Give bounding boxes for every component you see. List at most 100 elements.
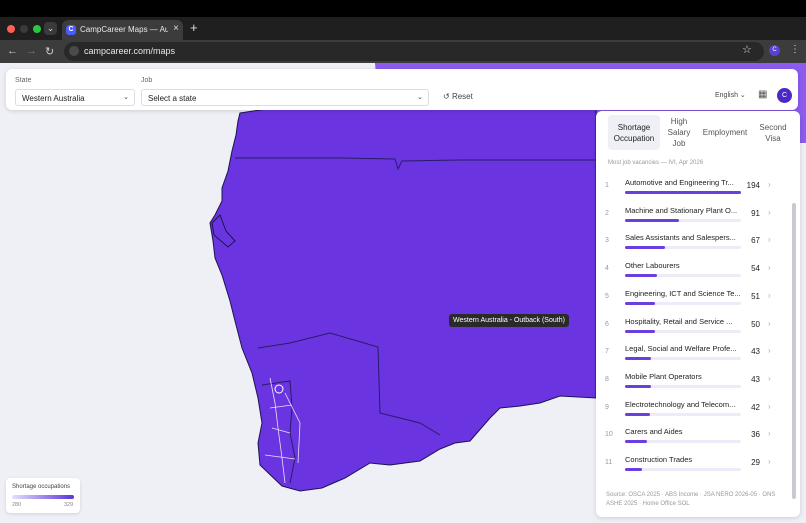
row-bar-fill bbox=[625, 384, 651, 388]
row-occupation-name: Electrotechnology and Telecom... bbox=[625, 399, 736, 409]
occupation-row[interactable]: 6 Hospitality, Retail and Service ... 50 › bbox=[596, 312, 792, 340]
row-bar-fill bbox=[625, 191, 741, 194]
occupation-row[interactable]: 7 Legal, Social and Welfare Profe... 43 › bbox=[596, 339, 792, 367]
tab-shortage-occupation[interactable]: Shortage Occupation bbox=[608, 115, 660, 150]
chevron-down-icon: ⌄ bbox=[123, 94, 129, 101]
row-count: 51 bbox=[751, 291, 760, 301]
browser-toolbar: ← → ↻ campcareer.com/maps ☆ C ⋮ bbox=[0, 40, 806, 63]
panel-scrollbar[interactable] bbox=[792, 203, 796, 499]
row-rank: 4 bbox=[605, 265, 609, 273]
row-occupation-name: Construction Trades bbox=[625, 455, 693, 464]
row-rank: 6 bbox=[605, 320, 609, 328]
maximize-window-button[interactable] bbox=[33, 25, 41, 33]
occupation-row[interactable]: 1 Automotive and Engineering Tr... 194 › bbox=[596, 173, 792, 201]
chevron-right-icon: › bbox=[768, 429, 771, 439]
address-bar[interactable]: campcareer.com/maps bbox=[64, 42, 764, 61]
row-count: 194 bbox=[746, 181, 760, 190]
row-count: 36 bbox=[751, 430, 760, 440]
chevron-right-icon: › bbox=[768, 373, 771, 383]
job-select[interactable]: Select a state ⌄ bbox=[141, 89, 429, 106]
bookmark-star-icon[interactable]: ☆ bbox=[742, 43, 752, 56]
chevron-right-icon: › bbox=[768, 318, 771, 328]
row-bar-track bbox=[625, 218, 741, 222]
forward-icon[interactable]: → bbox=[26, 45, 37, 57]
tab-search-icon[interactable]: ⌄ bbox=[44, 22, 57, 35]
row-occupation-name: Machine and Stationary Plant O... bbox=[625, 205, 738, 215]
occupation-row[interactable]: 9 Electrotechnology and Telecom... 42 › bbox=[596, 395, 792, 423]
row-count: 43 bbox=[751, 374, 760, 384]
profile-avatar[interactable]: C bbox=[769, 45, 780, 56]
row-rank: 9 bbox=[605, 403, 609, 411]
minimize-window-button[interactable] bbox=[20, 25, 28, 33]
tab-title: CampCareer Maps — Australi bbox=[80, 25, 168, 34]
occupation-row[interactable]: 2 Machine and Stationary Plant O... 91 › bbox=[596, 201, 792, 229]
row-bar-track bbox=[625, 329, 741, 333]
tab-high-salary-job[interactable]: High Salary Job bbox=[662, 115, 696, 150]
grid-icon[interactable]: ▦ bbox=[758, 89, 767, 100]
row-bar-fill bbox=[625, 468, 643, 471]
browser-window: ⌄ C CampCareer Maps — Australi × + ← → ↻… bbox=[0, 17, 806, 523]
legend-min: 280 bbox=[12, 502, 22, 508]
chevron-down-icon: ⌄ bbox=[739, 92, 746, 99]
row-bar-track bbox=[625, 191, 741, 194]
occupation-row[interactable]: 3 Sales Assistants and Salespers... 67 › bbox=[596, 228, 792, 256]
url-text[interactable]: campcareer.com/maps bbox=[84, 46, 175, 56]
close-tab-icon[interactable]: × bbox=[173, 23, 179, 34]
occupation-row[interactable]: 8 Mobile Plant Operators 43 › bbox=[596, 367, 792, 395]
chevron-right-icon: › bbox=[768, 263, 771, 273]
row-bar-track bbox=[625, 301, 741, 305]
row-bar-track bbox=[625, 468, 741, 471]
occupation-panel: Shortage Occupation High Salary Job Empl… bbox=[596, 111, 800, 517]
row-bar-fill bbox=[625, 412, 651, 416]
occupation-row[interactable]: 11 Construction Trades 29 › bbox=[596, 450, 792, 478]
language-value: English bbox=[715, 92, 738, 99]
job-label: Job bbox=[141, 77, 153, 84]
row-occupation-name: Legal, Social and Welfare Profe... bbox=[625, 344, 737, 354]
row-rank: 7 bbox=[605, 348, 609, 356]
user-avatar[interactable]: C bbox=[777, 88, 792, 103]
row-occupation-name: Carers and Aides bbox=[625, 427, 683, 437]
browser-tab[interactable]: C CampCareer Maps — Australi × bbox=[62, 20, 183, 40]
close-window-button[interactable] bbox=[7, 25, 15, 33]
map-tooltip: Western Australia - Outback (South) bbox=[449, 314, 569, 327]
row-occupation-name: Automotive and Engineering Tr... bbox=[625, 178, 734, 187]
filter-bar: State Western Australia ⌄ Job Select a s… bbox=[6, 69, 798, 110]
tab-label: Employment bbox=[702, 128, 748, 137]
occupation-row[interactable]: 5 Engineering, ICT and Science Te... 51 › bbox=[596, 284, 792, 312]
back-icon[interactable]: ← bbox=[7, 45, 18, 57]
row-bar-track bbox=[625, 246, 741, 250]
occupation-row[interactable]: 10 Carers and Aides 36 › bbox=[596, 422, 792, 450]
legend-gradient bbox=[12, 495, 74, 499]
map-legend: Shortage occupations 280 329 bbox=[6, 478, 80, 513]
new-tab-icon[interactable]: + bbox=[190, 20, 198, 35]
row-bar-track bbox=[625, 274, 741, 278]
chevron-right-icon: › bbox=[768, 180, 771, 189]
row-rank: 3 bbox=[605, 237, 609, 245]
row-count: 29 bbox=[751, 458, 760, 467]
language-select[interactable]: English ⌄ bbox=[715, 91, 746, 99]
legend-max: 329 bbox=[64, 502, 74, 508]
state-select[interactable]: Western Australia ⌄ bbox=[15, 89, 135, 106]
chevron-right-icon: › bbox=[768, 235, 771, 245]
row-bar-fill bbox=[625, 329, 655, 333]
row-bar-fill bbox=[625, 440, 647, 444]
row-rank: 10 bbox=[605, 431, 613, 439]
tab-second-visa[interactable]: Second Visa bbox=[754, 115, 792, 150]
reload-icon[interactable]: ↻ bbox=[45, 45, 54, 58]
row-rank: 5 bbox=[605, 292, 609, 300]
tab-employment[interactable]: Employment bbox=[700, 115, 750, 150]
row-bar-fill bbox=[625, 218, 680, 222]
row-count: 67 bbox=[751, 236, 760, 246]
tab-label: Second Visa bbox=[759, 122, 787, 143]
row-count: 54 bbox=[751, 264, 760, 274]
site-info-icon[interactable] bbox=[69, 46, 79, 56]
reset-icon: ↺ bbox=[443, 92, 450, 101]
reset-button[interactable]: ↺ Reset bbox=[443, 92, 473, 101]
tab-label: Shortage Occupation bbox=[613, 122, 655, 143]
chevron-right-icon: › bbox=[768, 207, 771, 217]
row-occupation-name: Other Labourers bbox=[625, 261, 680, 271]
state-label: State bbox=[15, 77, 32, 84]
row-bar-track bbox=[625, 384, 741, 388]
occupation-row[interactable]: 4 Other Labourers 54 › bbox=[596, 256, 792, 284]
browser-menu-icon[interactable]: ⋮ bbox=[790, 44, 800, 55]
